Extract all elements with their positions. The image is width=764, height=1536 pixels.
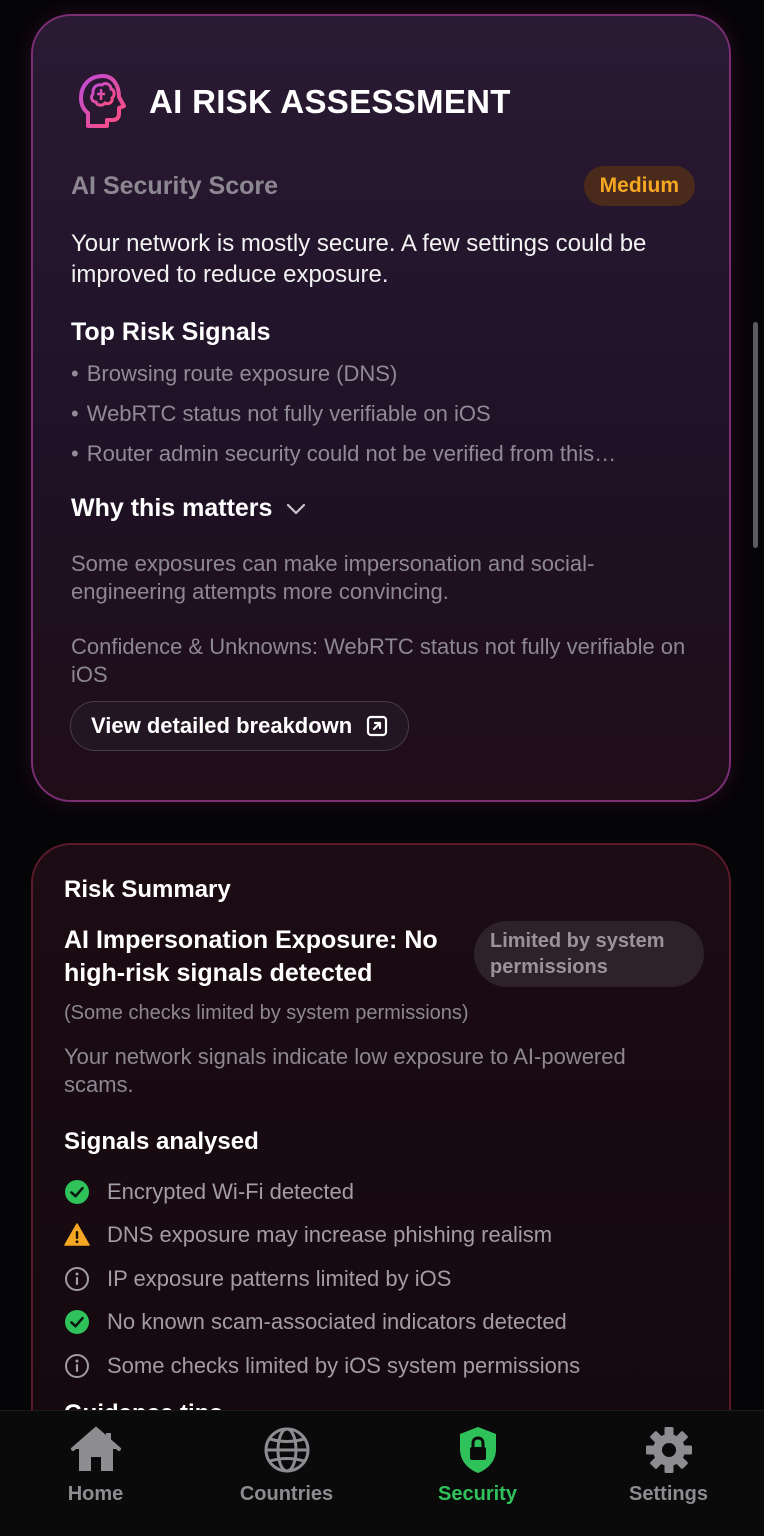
view-detailed-breakdown-button[interactable]: View detailed breakdown bbox=[70, 701, 410, 751]
signal-text: Encrypted Wi-Fi detected bbox=[107, 1178, 354, 1204]
check-circle-icon bbox=[65, 1179, 89, 1204]
ai-risk-assessment-card: AI RISK ASSESSMENT AI Security Score Med… bbox=[31, 14, 731, 802]
signal-text: Some checks limited by iOS system permis… bbox=[107, 1352, 581, 1378]
score-status-badge: Medium bbox=[583, 166, 695, 206]
bottom-tab-bar: Home Countries Security Settings bbox=[0, 1410, 764, 1536]
tab-home[interactable]: Home bbox=[21, 1411, 171, 1506]
security-score-row: AI Security Score Medium bbox=[71, 166, 695, 206]
brain-head-icon bbox=[79, 74, 126, 128]
confidence-unknowns-text: Confidence & Unknowns: WebRTC status not… bbox=[71, 634, 686, 687]
signal-text: No known scam-associated indicators dete… bbox=[107, 1309, 567, 1335]
info-icon bbox=[65, 1353, 89, 1378]
bullet: • bbox=[71, 361, 79, 386]
top-risk-signals-list: • Browsing route exposure (DNS) • WebRTC s… bbox=[71, 361, 701, 481]
home-icon bbox=[70, 1427, 121, 1471]
risk-summary-card: Risk Summary AI Impersonation Exposure: … bbox=[31, 843, 731, 1483]
ai-summary-text: Your network is mostly secure. A few set… bbox=[71, 230, 647, 288]
top-risk-signals-title: Top Risk Signals bbox=[71, 318, 271, 346]
signal-text: Router admin security could not be verif… bbox=[86, 441, 617, 466]
check-circle-icon bbox=[65, 1310, 89, 1335]
ai-card-header: AI RISK ASSESSMENT bbox=[77, 72, 511, 132]
why-this-matters-toggle[interactable]: Why this matters bbox=[71, 494, 306, 523]
list-item: Encrypted Wi-Fi detected bbox=[64, 1170, 704, 1214]
signal-text: DNS exposure may increase phishing reali… bbox=[107, 1222, 553, 1248]
risk-description: Your network signals indicate low exposu… bbox=[64, 1044, 626, 1097]
list-item: IP exposure patterns limited by iOS bbox=[64, 1257, 704, 1301]
info-icon bbox=[65, 1266, 89, 1291]
ai-card-title: AI RISK ASSESSMENT bbox=[149, 83, 511, 120]
scrollbar[interactable] bbox=[753, 322, 758, 548]
impersonation-exposure-heading: AI Impersonation Exposure: No high-risk … bbox=[64, 926, 438, 987]
security-score-label: AI Security Score bbox=[71, 171, 279, 200]
chevron-down-icon bbox=[287, 503, 306, 514]
breakdown-button-label: View detailed breakdown bbox=[91, 713, 353, 738]
tab-settings[interactable]: Settings bbox=[594, 1411, 744, 1506]
globe-icon bbox=[264, 1427, 309, 1473]
list-item: • WebRTC status not fully verifiable on i… bbox=[71, 401, 701, 441]
tab-security[interactable]: Security bbox=[403, 1411, 553, 1506]
tab-label: Settings bbox=[629, 1483, 708, 1505]
signals-analysed-list: Encrypted Wi-Fi detected DNS exposure ma… bbox=[64, 1170, 704, 1388]
signal-text: Browsing route exposure (DNS) bbox=[86, 361, 398, 386]
tab-countries[interactable]: Countries bbox=[212, 1411, 362, 1506]
list-item: No known scam-associated indicators dete… bbox=[64, 1301, 704, 1345]
shield-lock-icon bbox=[459, 1427, 496, 1473]
signals-analysed-title: Signals analysed bbox=[64, 1128, 259, 1155]
tab-label: Home bbox=[67, 1483, 124, 1505]
list-item: • Browsing route exposure (DNS) bbox=[71, 361, 701, 401]
external-link-icon bbox=[367, 715, 388, 737]
tab-label: Security bbox=[438, 1483, 517, 1505]
signal-text: WebRTC status not fully verifiable on iO… bbox=[86, 401, 491, 426]
list-item: • Router admin security could not be veri… bbox=[71, 441, 701, 481]
risk-summary-title: Risk Summary bbox=[64, 876, 231, 903]
bullet: • bbox=[71, 401, 79, 426]
bullet: • bbox=[71, 441, 79, 466]
why-this-matters-title: Why this matters bbox=[71, 494, 273, 522]
permissions-note: (Some checks limited by system permissio… bbox=[64, 1002, 469, 1024]
list-item: Some checks limited by iOS system permis… bbox=[64, 1344, 704, 1388]
gear-icon bbox=[645, 1427, 692, 1473]
security-screen: AI RISK ASSESSMENT AI Security Score Med… bbox=[0, 0, 764, 1536]
list-item: DNS exposure may increase phishing reali… bbox=[64, 1214, 704, 1258]
signal-text: IP exposure patterns limited by iOS bbox=[107, 1265, 452, 1291]
warning-icon bbox=[64, 1223, 90, 1246]
tab-label: Countries bbox=[239, 1483, 334, 1505]
limited-permissions-badge: Limited by system permissions bbox=[474, 921, 704, 987]
why-this-matters-text: Some exposures can make impersonation an… bbox=[71, 551, 595, 604]
